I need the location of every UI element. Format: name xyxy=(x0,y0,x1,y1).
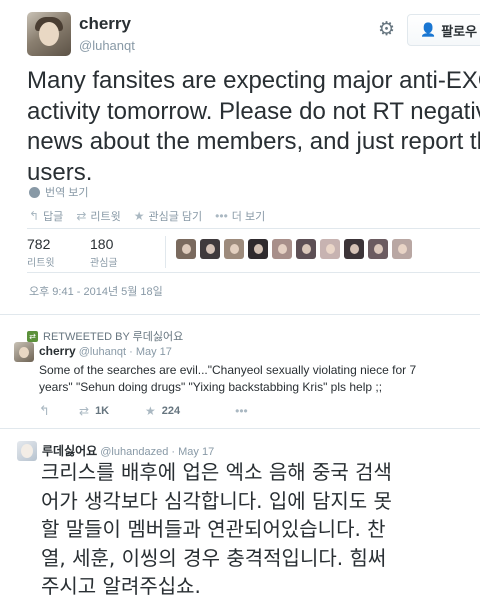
display-name[interactable]: cherry xyxy=(79,14,131,34)
favoriter-avatar[interactable] xyxy=(320,239,340,259)
retweet-count: 1K xyxy=(95,405,110,417)
tweet-actions: ↰ 답글 ⇄ 리트윗 ★ 관심글 담기 ••• 더 보기 xyxy=(29,208,278,224)
tweet-text-line: 할 말들이 멤버들과 연관되어있습니다. 찬 xyxy=(41,517,386,541)
favorite-button[interactable]: ★ 224 xyxy=(145,404,180,418)
favoriter-avatar[interactable] xyxy=(296,239,316,259)
user-handle[interactable]: @luhandazed xyxy=(100,446,168,458)
add-user-icon: 👤 xyxy=(420,22,437,37)
favoriter-avatar[interactable] xyxy=(176,239,196,259)
reply-button[interactable]: ↰ 답글 xyxy=(29,208,63,224)
favoriter-avatar[interactable] xyxy=(392,239,412,259)
tweet-date[interactable]: May 17 xyxy=(136,346,172,358)
favorites-count: 180 xyxy=(90,236,114,252)
star-icon: ★ xyxy=(133,209,145,223)
tweet-text-line: years" "Sehun doing drugs" "Yixing backs… xyxy=(39,380,383,394)
favoriter-avatar[interactable] xyxy=(200,239,220,259)
favoriter-avatar[interactable] xyxy=(344,239,364,259)
follow-button[interactable]: 👤 팔로우 xyxy=(407,14,480,46)
tweet-text-line: news about the members, and just report … xyxy=(27,128,480,155)
tweet-text: Many fansites are expecting major anti-E… xyxy=(27,66,480,188)
favorite-button[interactable]: ★ 관심글 담기 xyxy=(134,208,202,224)
star-icon: ★ xyxy=(145,404,156,418)
reply-icon: ↰ xyxy=(39,403,50,418)
tweet-text: 크리스를 배후에 업은 엑소 음해 중국 검색 어가 생각보다 심각합니다. 입… xyxy=(41,458,480,599)
display-name[interactable]: cherry xyxy=(39,344,76,358)
tweet-header: cherry @luhanqt · May 17 xyxy=(39,344,172,358)
tweet-date[interactable]: May 17 xyxy=(178,446,214,458)
more-icon: ••• xyxy=(215,209,228,223)
retweeted-by-text[interactable]: RETWEETED BY 루데싫어요 xyxy=(43,328,183,344)
retweet-icon: ⇄ xyxy=(76,209,87,223)
tweet-text-line: activity tomorrow. Please do not RT nega… xyxy=(27,97,480,125)
user-handle[interactable]: @luhanqt xyxy=(79,38,135,53)
retweet-label: 리트윗 xyxy=(90,211,121,223)
user-avatar[interactable] xyxy=(27,12,71,56)
tweet-timestamp: 오후 9:41 - 2014년 5월 18일 xyxy=(29,286,163,298)
favorite-label: 관심글 담기 xyxy=(148,211,203,223)
translate-label: 번역 보기 xyxy=(45,187,89,199)
divider xyxy=(0,314,480,315)
divider xyxy=(0,428,480,429)
tweet-text-line: users. xyxy=(27,158,93,186)
favorites-label: 관심글 xyxy=(90,258,118,269)
translate-link[interactable]: 번역 보기 xyxy=(29,184,89,200)
retweets-label: 리트윗 xyxy=(27,258,55,269)
retweeted-by-label: ⇄ RETWEETED BY 루데싫어요 xyxy=(27,328,183,344)
divider xyxy=(165,236,166,268)
retweets-count: 782 xyxy=(27,236,51,252)
tweet-text-line: 어가 생각보다 심각합니다. 입에 담지도 못 xyxy=(41,488,392,513)
reply-button[interactable]: ↰ xyxy=(39,403,79,419)
retweet-icon: ⇄ xyxy=(27,330,38,342)
retweets-stat[interactable]: 782 리트윗 xyxy=(27,236,90,269)
tweet-text-line: 크리스를 배후에 업은 엑소 음해 중국 검색 xyxy=(41,460,392,484)
user-handle[interactable]: @luhanqt xyxy=(79,346,126,358)
more-label: 더 보기 xyxy=(231,211,266,223)
user-avatar[interactable] xyxy=(14,342,34,362)
favorites-stat[interactable]: 180 관심글 xyxy=(90,236,153,269)
favoriter-avatar[interactable] xyxy=(248,239,268,259)
more-button[interactable]: ••• 더 보기 xyxy=(215,208,265,224)
retweet-button[interactable]: ⇄ 1K xyxy=(79,404,145,418)
more-button[interactable]: ••• xyxy=(235,404,248,418)
favoriter-avatar[interactable] xyxy=(272,239,292,259)
reply-label: 답글 xyxy=(43,211,64,223)
follow-label: 팔로우 xyxy=(441,23,478,39)
tweet-stats: 782 리트윗 180 관심글 xyxy=(27,236,153,269)
user-avatar[interactable] xyxy=(17,441,37,461)
tweet-text-line: 열, 세훈, 이씽의 경우 충격적입니다. 힘써 xyxy=(41,545,387,570)
separator-dot: · xyxy=(129,346,136,358)
favorite-count: 224 xyxy=(161,405,181,417)
tweet-text-line: 주시고 알려주십쇼. xyxy=(41,574,201,598)
favoriter-avatar[interactable] xyxy=(368,239,388,259)
tweet-actions: ↰ ⇄ 1K ★ 224 ••• xyxy=(39,403,248,419)
more-icon: ••• xyxy=(235,404,248,418)
tweet-text: Some of the searches are evil..."Chanyeo… xyxy=(39,362,469,396)
divider xyxy=(27,228,480,229)
gear-icon[interactable]: ⚙ xyxy=(378,20,398,40)
globe-icon xyxy=(29,186,40,198)
favoriter-avatars xyxy=(176,239,416,259)
retweet-icon: ⇄ xyxy=(79,404,90,418)
display-name[interactable]: 루데싫어요 xyxy=(42,444,97,458)
tweet-text-line: Some of the searches are evil..."Chanyeo… xyxy=(39,363,417,377)
tweet-header: 루데싫어요 @luhandazed · May 17 xyxy=(42,442,214,459)
favoriter-avatar[interactable] xyxy=(224,239,244,259)
divider xyxy=(27,272,480,273)
retweet-button[interactable]: ⇄ 리트윗 xyxy=(76,208,120,224)
tweet-text-line: Many fansites are expecting major anti-E… xyxy=(27,67,480,94)
reply-icon: ↰ xyxy=(29,209,40,223)
